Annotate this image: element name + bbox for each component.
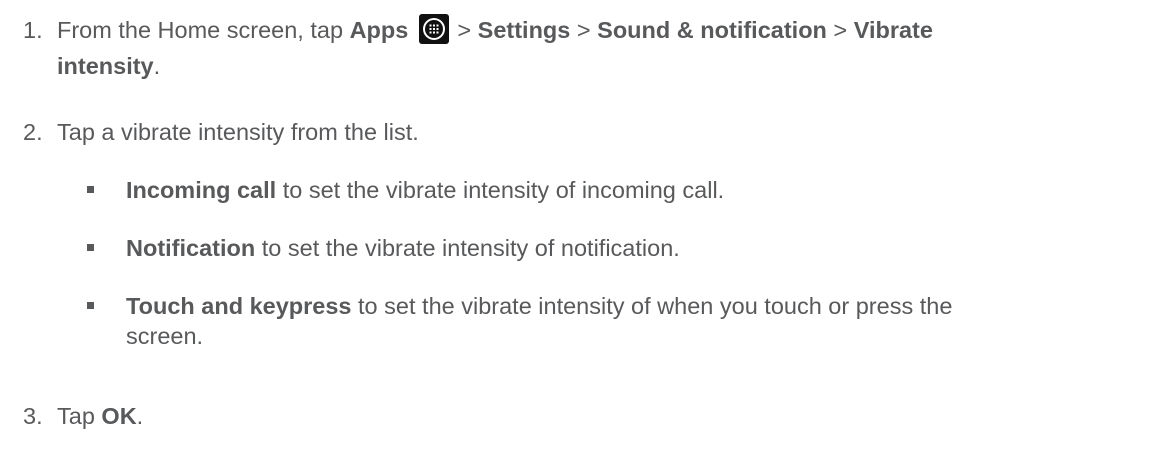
step-text: Tap a vibrate intensity from the list. [57, 119, 419, 145]
sound-notification-label: Sound & notification [597, 17, 827, 43]
step-1: 1. From the Home screen, tap Apps > Sett… [0, 12, 1151, 92]
step-text-end: . [153, 53, 161, 79]
bullet-text: Notification to set the vibrate intensit… [126, 230, 680, 266]
bullet-marker [87, 186, 94, 193]
step-text-pre: Tap [57, 403, 102, 429]
bullet-item-touch-keypress: Touch and keypress to set the vibrate in… [0, 288, 1151, 360]
bullet-term: Notification [126, 235, 256, 261]
step-text: From the Home screen, tap Apps > Setting… [57, 12, 933, 48]
step-number: 2. [23, 119, 43, 145]
bullet-item-notification: Notification to set the vibrate intensit… [0, 230, 1151, 266]
bullet-term: Incoming call [126, 177, 277, 203]
step-number: 1. [23, 17, 43, 43]
bullet-marker [87, 244, 94, 251]
sep-2: > [570, 17, 598, 43]
apps-label: Apps [349, 17, 409, 43]
bullet-item-incoming-call: Incoming call to set the vibrate intensi… [0, 172, 1151, 208]
bullet-desc: to set the vibrate intensity of incoming… [276, 177, 725, 203]
apps-grid-icon [418, 14, 449, 44]
bullet-text: Incoming call to set the vibrate intensi… [126, 172, 724, 208]
bullet-text-continued: screen. [126, 323, 204, 349]
ok-label: OK [101, 403, 137, 429]
step-3: 3. Tap OK. [0, 398, 1151, 434]
bullet-marker [87, 302, 94, 309]
step-text: Tap OK. [57, 398, 143, 434]
bullet-desc: to set the vibrate intensity of notifica… [255, 235, 680, 261]
bullet-desc: to set the vibrate intensity of when you… [351, 293, 953, 319]
bullet-text: Touch and keypress to set the vibrate in… [126, 288, 952, 324]
vibrate-label: Vibrate [853, 17, 933, 43]
step-number: 3. [23, 403, 43, 429]
settings-label: Settings [477, 17, 571, 43]
sep-1: > [450, 17, 478, 43]
intensity-label: intensity [57, 53, 154, 79]
bullet-term: Touch and keypress [126, 293, 352, 319]
step-text-end: . [136, 403, 144, 429]
sep-3: > [826, 17, 854, 43]
step-text-line2: intensity. [57, 48, 160, 84]
step-2: 2. Tap a vibrate intensity from the list… [0, 114, 1151, 150]
step-text-pre: From the Home screen, tap [57, 17, 350, 43]
